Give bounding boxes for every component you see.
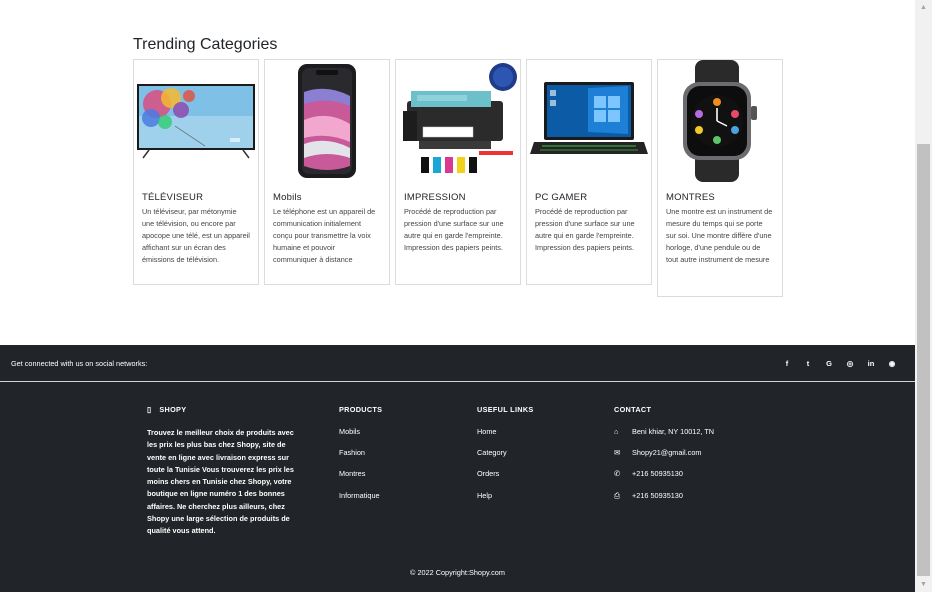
social-label: Get connected with us on social networks… xyxy=(11,358,148,368)
products-link-montres[interactable]: Montres xyxy=(339,469,382,478)
contact-address: ⌂ Beni khiar, NY 10012, TN xyxy=(614,427,714,436)
print-icon: ⎙ xyxy=(614,490,620,500)
github-icon[interactable]: ◉ xyxy=(888,359,896,368)
card-text: Procédé de reproduction par pression d'u… xyxy=(404,207,504,252)
category-card-pc-gamer[interactable]: PC GAMER Procédé de reproduction par pre… xyxy=(526,59,652,285)
footer-contact-column: CONTACT ⌂ Beni khiar, NY 10012, TN ✉ Sho… xyxy=(614,405,714,513)
contact-text: +216 50935130 xyxy=(632,469,683,479)
card-title: TÉLÉVISEUR xyxy=(142,192,204,203)
card-title: MONTRES xyxy=(666,192,715,203)
card-text: Le téléphone est un appareil de communic… xyxy=(273,207,376,264)
scroll-up-arrow-icon[interactable]: ▲ xyxy=(915,0,932,15)
footer: Get connected with us on social networks… xyxy=(0,345,915,592)
social-bar: Get connected with us on social networks… xyxy=(0,345,915,382)
useful-link-orders[interactable]: Orders xyxy=(477,469,534,478)
contact-phone: ✆ +216 50935130 xyxy=(614,469,714,478)
brand-about: Trouvez le meilleur choix de produits av… xyxy=(147,428,294,536)
card-text: Procédé de reproduction par pression d'u… xyxy=(535,207,635,252)
contact-fax: ⎙ +216 50935130 xyxy=(614,491,714,501)
useful-links-heading: USEFUL LINKS xyxy=(477,405,534,414)
contact-heading: CONTACT xyxy=(614,405,652,414)
contact-text: +216 50935130 xyxy=(632,491,683,501)
page: Trending Categories TÉLÉVISEUR Un télévi… xyxy=(0,0,915,592)
category-card-tv[interactable]: TÉLÉVISEUR Un téléviseur, par métonymie … xyxy=(133,59,259,285)
card-text: Un téléviseur, par métonymie une télévis… xyxy=(142,207,250,264)
watch-image xyxy=(658,60,782,182)
vertical-scrollbar[interactable]: ▲ ▼ xyxy=(915,0,932,592)
instagram-icon[interactable]: ◎ xyxy=(846,359,854,368)
gem-icon: ▯ xyxy=(147,405,152,414)
section-title: Trending Categories xyxy=(133,36,278,53)
phone-icon: ✆ xyxy=(614,469,621,479)
printer-image xyxy=(396,60,520,182)
copyright: © 2022 Copyright:Shopy.com xyxy=(410,568,505,577)
brand-heading: ▯ SHOPY xyxy=(147,405,299,414)
linkedin-icon[interactable]: in xyxy=(867,359,875,368)
footer-products-column: PRODUCTS Mobils Fashion Montres Informat… xyxy=(339,405,382,512)
products-link-mobils[interactable]: Mobils xyxy=(339,427,382,436)
category-card-montres[interactable]: MONTRES Une montre est un instrument de … xyxy=(657,59,783,297)
laptop-image xyxy=(527,60,651,182)
footer-brand-column: ▯ SHOPY Trouvez le meilleur choix de prod… xyxy=(147,405,299,538)
contact-email: ✉ Shopy21@gmail.com xyxy=(614,448,714,457)
useful-link-home[interactable]: Home xyxy=(477,427,534,436)
category-card-impression[interactable]: IMPRESSION Procédé de reproduction par p… xyxy=(395,59,521,285)
brand-name: SHOPY xyxy=(159,405,187,414)
useful-link-category[interactable]: Category xyxy=(477,448,534,457)
envelope-icon: ✉ xyxy=(614,448,621,458)
tv-image xyxy=(134,60,258,182)
category-card-mobils[interactable]: Mobils Le téléphone est un appareil de c… xyxy=(264,59,390,285)
contact-text: Beni khiar, NY 10012, TN xyxy=(632,427,715,436)
scroll-down-arrow-icon[interactable]: ▼ xyxy=(915,577,932,592)
footer-useful-links-column: USEFUL LINKS Home Category Orders Help xyxy=(477,405,534,512)
card-title: Mobils xyxy=(273,192,302,203)
google-icon[interactable]: G xyxy=(825,359,833,368)
phone-image xyxy=(265,60,389,182)
card-title: IMPRESSION xyxy=(404,192,466,203)
facebook-icon[interactable]: f xyxy=(783,359,791,368)
card-title: PC GAMER xyxy=(535,192,588,203)
useful-link-help[interactable]: Help xyxy=(477,491,534,500)
products-link-informatique[interactable]: Informatique xyxy=(339,491,382,500)
products-link-fashion[interactable]: Fashion xyxy=(339,448,382,457)
category-cards: TÉLÉVISEUR Un téléviseur, par métonymie … xyxy=(133,59,783,297)
social-icons: f t G ◎ in ◉ xyxy=(783,359,896,368)
scrollbar-thumb[interactable] xyxy=(917,144,930,576)
home-icon: ⌂ xyxy=(614,427,619,436)
products-heading: PRODUCTS xyxy=(339,405,383,414)
twitter-icon[interactable]: t xyxy=(804,359,812,368)
card-text: Une montre est un instrument de mesure d… xyxy=(666,207,773,264)
contact-text: Shopy21@gmail.com xyxy=(632,448,702,458)
